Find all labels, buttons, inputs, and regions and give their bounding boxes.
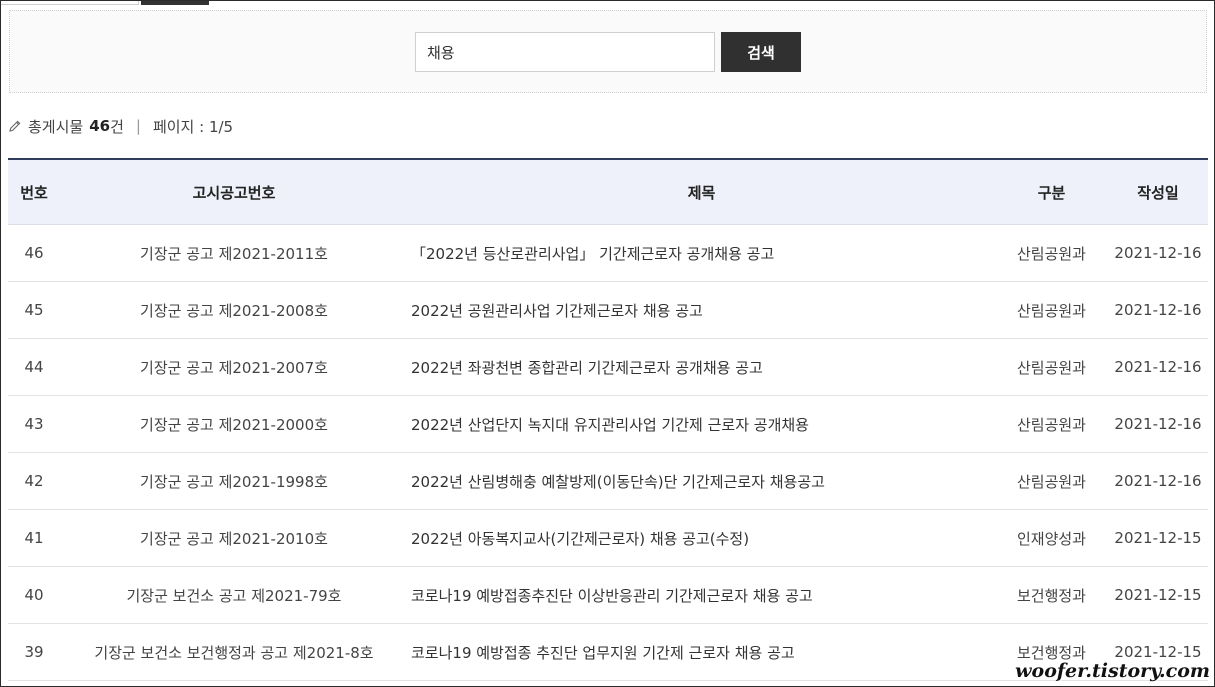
row-num: 46 bbox=[24, 244, 44, 262]
row-dept: 산림공원과 bbox=[1016, 415, 1086, 434]
row-title-cell: 2022년 좌광천변 종합관리 기간제근로자 공개채용 공고 bbox=[408, 357, 995, 378]
header-notice: 고시공고번호 bbox=[192, 183, 276, 202]
table-row: 40 기장군 보건소 공고 제2021-79호 코로나19 예방접종추진단 이상… bbox=[8, 567, 1208, 624]
row-date: 2021-12-16 bbox=[1114, 244, 1202, 262]
row-title-cell: 2022년 공원관리사업 기간제근로자 채용 공고 bbox=[408, 300, 995, 321]
table-row: 46 기장군 공고 제2021-2011호 「2022년 등산로관리사업」 기간… bbox=[8, 225, 1208, 282]
row-notice: 기장군 공고 제2021-2007호 bbox=[140, 358, 328, 377]
header-date: 작성일 bbox=[1137, 183, 1179, 202]
row-dept: 산림공원과 bbox=[1016, 301, 1086, 320]
row-title-link[interactable]: 코로나19 예방접종 추진단 업무지원 기간제 근로자 채용 공고 bbox=[411, 644, 795, 662]
row-title-cell: 코로나19 예방접종 추진단 업무지원 기간제 근로자 채용 공고 bbox=[408, 642, 995, 663]
row-num: 42 bbox=[24, 472, 44, 490]
total-count: 46 bbox=[89, 117, 111, 135]
top-tab-strip bbox=[1, 1, 1214, 5]
page-indicator: 페이지 : 1/5 bbox=[152, 117, 234, 136]
row-title-link[interactable]: 2022년 산림병해충 예찰방제(이동단속)단 기간제근로자 채용공고 bbox=[411, 473, 825, 491]
row-notice: 기장군 보건소 보건행정과 공고 제2021-8호 bbox=[94, 643, 374, 662]
search-input[interactable] bbox=[415, 32, 715, 72]
row-title-link[interactable]: 코로나19 예방접종추진단 이상반응관리 기간제근로자 채용 공고 bbox=[411, 587, 813, 605]
row-title-cell: 2022년 산림병해충 예찰방제(이동단속)단 기간제근로자 채용공고 bbox=[408, 471, 995, 492]
search-panel: 검색 bbox=[9, 10, 1207, 93]
row-notice: 기장군 공고 제2021-2011호 bbox=[140, 244, 328, 263]
row-num: 43 bbox=[24, 415, 44, 433]
row-notice: 기장군 보건소 공고 제2021-79호 bbox=[126, 586, 342, 605]
row-title-cell: 2022년 아동복지교사(기간제근로자) 채용 공고(수정) bbox=[408, 528, 995, 549]
row-notice: 기장군 공고 제2021-2010호 bbox=[140, 529, 328, 548]
row-notice: 기장군 공고 제2021-2000호 bbox=[140, 415, 328, 434]
header-title: 제목 bbox=[687, 183, 716, 202]
row-title-cell: 코로나19 예방접종추진단 이상반응관리 기간제근로자 채용 공고 bbox=[408, 585, 995, 606]
header-dept: 구분 bbox=[1037, 183, 1066, 202]
row-date: 2021-12-15 bbox=[1114, 586, 1202, 604]
row-notice: 기장군 공고 제2021-2008호 bbox=[140, 301, 328, 320]
row-date: 2021-12-15 bbox=[1114, 643, 1202, 661]
table-row: 44 기장군 공고 제2021-2007호 2022년 좌광천변 종합관리 기간… bbox=[8, 339, 1208, 396]
header-num: 번호 bbox=[20, 183, 48, 202]
row-date: 2021-12-16 bbox=[1114, 415, 1202, 433]
row-date: 2021-12-15 bbox=[1114, 529, 1202, 547]
row-dept: 산림공원과 bbox=[1016, 472, 1086, 491]
row-date: 2021-12-16 bbox=[1114, 358, 1202, 376]
row-title-link[interactable]: 2022년 공원관리사업 기간제근로자 채용 공고 bbox=[411, 302, 703, 320]
row-title-link[interactable]: 2022년 좌광천변 종합관리 기간제근로자 공개채용 공고 bbox=[411, 359, 763, 377]
board-table: 번호 고시공고번호 제목 구분 작성일 46 기장군 공고 제2021-2011… bbox=[8, 158, 1208, 681]
top-tab-right[interactable] bbox=[141, 1, 209, 5]
row-num: 44 bbox=[24, 358, 44, 376]
row-date: 2021-12-16 bbox=[1114, 472, 1202, 490]
table-row: 41 기장군 공고 제2021-2010호 2022년 아동복지교사(기간제근로… bbox=[8, 510, 1208, 567]
top-tab-left[interactable] bbox=[1, 1, 139, 5]
row-notice: 기장군 공고 제2021-1998호 bbox=[140, 472, 328, 491]
row-title-link[interactable]: 2022년 아동복지교사(기간제근로자) 채용 공고(수정) bbox=[411, 530, 749, 548]
row-num: 39 bbox=[24, 643, 44, 661]
watermark-text: woofer.tistory.com bbox=[1015, 660, 1210, 682]
table-row: 42 기장군 공고 제2021-1998호 2022년 산림병해충 예찰방제(이… bbox=[8, 453, 1208, 510]
board-summary: 총게시물 46 건 | 페이지 : 1/5 bbox=[8, 116, 233, 136]
row-num: 40 bbox=[24, 586, 44, 604]
table-row: 45 기장군 공고 제2021-2008호 2022년 공원관리사업 기간제근로… bbox=[8, 282, 1208, 339]
summary-separator: | bbox=[135, 117, 141, 135]
page-frame: 검색 총게시물 46 건 | 페이지 : 1/5 번호 고시공고번호 제목 구분… bbox=[0, 0, 1215, 687]
pencil-icon bbox=[8, 119, 22, 133]
row-title-link[interactable]: 2022년 산업단지 녹지대 유지관리사업 기간제 근로자 공개채용 bbox=[411, 416, 809, 434]
row-dept: 산림공원과 bbox=[1016, 358, 1086, 377]
row-date: 2021-12-16 bbox=[1114, 301, 1202, 319]
count-unit: 건 bbox=[110, 117, 124, 136]
total-label: 총게시물 bbox=[28, 117, 84, 136]
row-title-cell: 「2022년 등산로관리사업」 기간제근로자 공개채용 공고 bbox=[408, 243, 995, 264]
row-dept: 인재양성과 bbox=[1016, 529, 1086, 548]
search-button[interactable]: 검색 bbox=[721, 32, 801, 72]
row-num: 45 bbox=[24, 301, 44, 319]
row-title-link[interactable]: 「2022년 등산로관리사업」 기간제근로자 공개채용 공고 bbox=[411, 245, 774, 263]
row-title-cell: 2022년 산업단지 녹지대 유지관리사업 기간제 근로자 공개채용 bbox=[408, 414, 995, 435]
table-header: 번호 고시공고번호 제목 구분 작성일 bbox=[8, 160, 1208, 225]
table-row: 43 기장군 공고 제2021-2000호 2022년 산업단지 녹지대 유지관… bbox=[8, 396, 1208, 453]
row-dept: 보건행정과 bbox=[1016, 586, 1086, 605]
row-num: 41 bbox=[24, 529, 44, 547]
row-dept: 산림공원과 bbox=[1016, 244, 1086, 263]
